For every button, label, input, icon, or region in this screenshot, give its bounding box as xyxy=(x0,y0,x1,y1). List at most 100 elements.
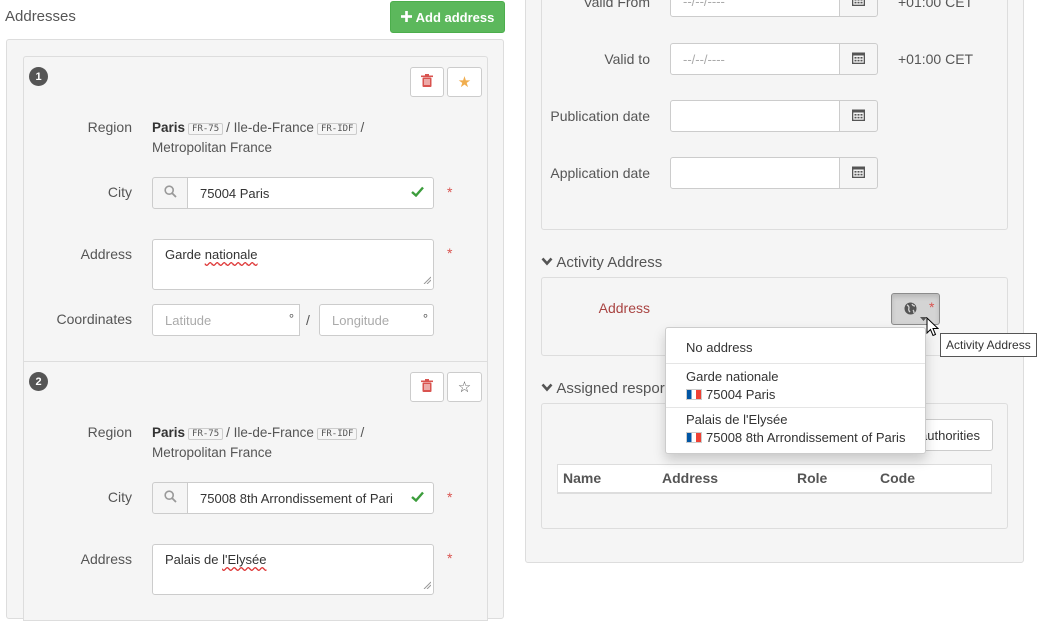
address-textarea[interactable]: Garde nationale xyxy=(152,239,434,290)
address-required-mark: * xyxy=(447,550,453,566)
france-flag-icon xyxy=(686,432,702,443)
calendar-icon xyxy=(852,165,865,181)
search-icon xyxy=(163,490,177,506)
delete-address-button[interactable] xyxy=(410,67,444,97)
region-code: FR-75 xyxy=(188,428,224,440)
valid-from-label: Valid From xyxy=(583,0,650,10)
longitude-input[interactable]: Longitude xyxy=(319,304,419,336)
address-required-mark: * xyxy=(447,245,453,261)
valid-to-timezone: +01:00 CET xyxy=(898,51,974,67)
region-country: Metropolitan France xyxy=(152,140,273,155)
calendar-icon xyxy=(852,51,865,67)
region-country: Metropolitan France xyxy=(152,445,273,460)
coordinates-separator: / xyxy=(306,312,310,328)
column-header-code[interactable]: Code xyxy=(880,470,915,486)
column-header-role[interactable]: Role xyxy=(797,470,827,486)
valid-from-input[interactable]: --/--/---- xyxy=(670,0,840,17)
dropdown-divider xyxy=(666,363,925,364)
activity-address-header[interactable]: Activity Address xyxy=(541,254,662,271)
valid-from-calendar-button[interactable] xyxy=(839,0,878,17)
publication-date-input[interactable] xyxy=(670,100,840,132)
activity-address-label: Address xyxy=(598,300,650,316)
address-label: Address xyxy=(80,551,132,567)
city-label: City xyxy=(107,489,132,505)
dropdown-item-name: Palais de l'Elysée xyxy=(686,412,788,427)
region-label: Region xyxy=(87,119,132,135)
authorities-label: authorities xyxy=(920,427,980,443)
latitude-placeholder: Latitude xyxy=(165,312,212,328)
address-textarea[interactable]: Palais de l'Elysée xyxy=(152,544,434,595)
city-search-addon xyxy=(152,177,188,209)
check-icon xyxy=(411,490,424,505)
column-header-address[interactable]: Address xyxy=(662,470,718,486)
valid-from-timezone: +01:00 CET xyxy=(898,0,974,10)
dropdown-item-address[interactable]: Garde nationale 75004 Paris xyxy=(666,368,924,404)
latitude-input[interactable]: Latitude xyxy=(152,304,285,336)
region-parent-code: FR-IDF xyxy=(316,123,358,135)
add-address-button[interactable]: Add address xyxy=(390,1,505,33)
city-value: 75004 Paris xyxy=(200,185,270,201)
address-value: Palais de l'Elysée xyxy=(165,552,267,567)
publication-date-calendar-button[interactable] xyxy=(839,100,878,132)
valid-to-calendar-button[interactable] xyxy=(839,43,878,75)
region-code: FR-75 xyxy=(188,123,224,135)
calendar-icon xyxy=(852,0,865,9)
dropdown-item-name: Garde nationale xyxy=(686,369,779,384)
region-parent: Ile-de-France xyxy=(233,120,314,135)
application-date-calendar-button[interactable] xyxy=(839,157,878,189)
dropdown-item-address[interactable]: Palais de l'Elysée 75008 8th Arrondissem… xyxy=(666,411,924,447)
publication-date-label: Publication date xyxy=(550,108,650,124)
assigned-table xyxy=(557,464,992,494)
trash-icon xyxy=(421,379,433,395)
delete-address-button[interactable] xyxy=(410,372,444,402)
dropdown-item-no-address[interactable]: No address xyxy=(666,340,924,355)
city-input[interactable]: 75008 8th Arrondissement of Pari xyxy=(187,482,434,514)
city-required-mark: * xyxy=(447,184,453,200)
address-label: Address xyxy=(80,246,132,262)
longitude-degree-addon: ° xyxy=(418,304,434,336)
activity-address-dropdown: No address Garde nationale 75004 Paris P… xyxy=(665,327,926,454)
region-name: Paris xyxy=(152,120,186,135)
valid-to-label: Valid to xyxy=(604,51,650,67)
check-icon xyxy=(411,185,424,200)
resize-handle-icon[interactable] xyxy=(423,577,432,592)
region-parent: Ile-de-France xyxy=(233,425,314,440)
region-parent-code: FR-IDF xyxy=(316,428,358,440)
resize-handle-icon[interactable] xyxy=(423,272,432,287)
plus-icon xyxy=(400,10,412,25)
assigned-header[interactable]: Assigned respor xyxy=(541,380,665,397)
city-label: City xyxy=(107,184,132,200)
star-filled-icon: ★ xyxy=(457,74,472,91)
address-number-badge: 1 xyxy=(29,67,48,86)
region-label: Region xyxy=(87,424,132,440)
activity-address-title: Activity Address xyxy=(556,254,663,271)
star-outline-icon: ☆ xyxy=(457,379,472,396)
longitude-placeholder: Longitude xyxy=(332,312,390,328)
coordinates-label: Coordinates xyxy=(56,311,133,327)
calendar-icon xyxy=(852,108,865,124)
globe-icon xyxy=(904,302,917,318)
region-value: Paris FR-75/ Ile-de-France FR-IDF / Metropo… xyxy=(152,120,365,155)
activity-address-required-mark: * xyxy=(929,299,935,315)
chevron-down-icon xyxy=(541,380,553,397)
addresses-title: Addresses xyxy=(5,8,76,25)
city-search-addon xyxy=(152,482,188,514)
primary-address-button[interactable]: ★ xyxy=(447,67,482,97)
make-primary-address-button[interactable]: ☆ xyxy=(447,372,482,402)
city-required-mark: * xyxy=(447,489,453,505)
france-flag-icon xyxy=(686,389,702,400)
dropdown-item-city: 75004 Paris xyxy=(706,387,776,402)
column-header-name[interactable]: Name xyxy=(563,470,601,486)
search-icon xyxy=(163,185,177,201)
assigned-title: Assigned respor xyxy=(556,380,665,397)
activity-address-tooltip: Activity Address xyxy=(940,333,1037,357)
city-input[interactable]: 75004 Paris xyxy=(187,177,434,209)
application-date-input[interactable] xyxy=(670,157,840,189)
city-value: 75008 8th Arrondissement of Pari xyxy=(200,490,393,506)
trash-icon xyxy=(421,74,433,90)
dropdown-item-city: 75008 8th Arrondissement of Paris xyxy=(706,430,906,445)
region-name: Paris xyxy=(152,425,186,440)
dropdown-divider xyxy=(666,407,925,408)
valid-to-input[interactable]: --/--/---- xyxy=(670,43,840,75)
mouse-cursor-icon xyxy=(926,316,940,340)
